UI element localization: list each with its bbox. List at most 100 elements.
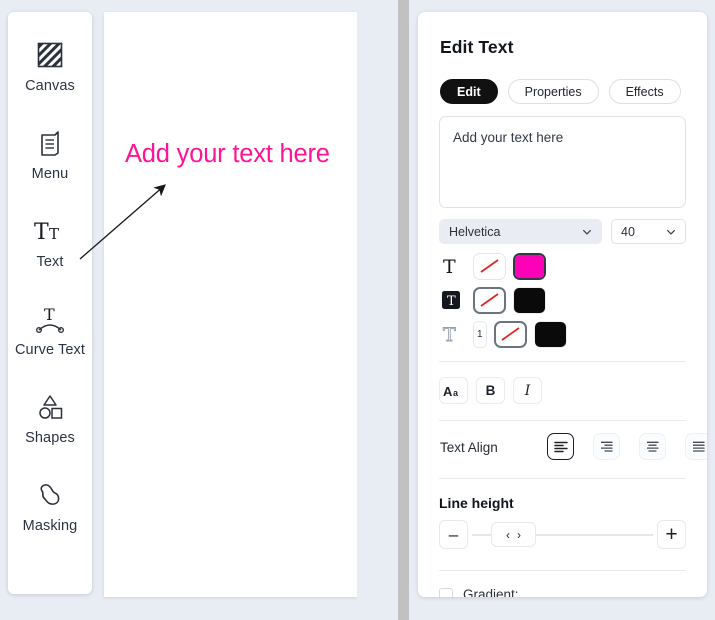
outline-width-input[interactable]: 1 [473,320,487,348]
font-size-value: 40 [621,224,635,239]
text-fill-row: T [439,251,546,281]
tab-properties[interactable]: Properties [507,79,599,104]
gradient-label: Gradient: [463,587,519,597]
line-height-decrease-button[interactable]: – [439,520,468,549]
chevron-left-icon: ‹ [506,527,510,542]
outlined-t-icon: T [439,322,473,346]
sidebar-item-label: Masking [22,518,78,534]
no-color-slash-icon [480,293,499,307]
panel-tabs: Edit Properties Effects [440,79,681,104]
text-fill-color-chip [515,254,544,278]
canvas-text-object[interactable]: Add your text here [125,140,330,169]
svg-text:A: A [443,384,453,399]
align-center-button[interactable] [639,433,666,460]
no-color-slash-icon [480,259,499,273]
tab-label: Effects [625,84,664,99]
align-right-icon [600,441,613,452]
plus-icon: + [665,523,678,546]
canvas-scrollbar-thumb[interactable] [398,0,409,620]
text-style-buttons: A a B I [439,377,542,404]
text-highlight-color-swatch[interactable] [513,286,546,314]
divider [439,478,686,479]
case-aa-icon: A a [443,384,459,399]
italic-label: I [524,382,531,399]
line-height-slider: – ‹ › + [439,520,686,549]
text-align-group [547,433,707,460]
sidebar-item-shapes[interactable]: Shapes [8,386,92,474]
divider [439,361,686,362]
svg-text:T: T [447,294,456,309]
masking-blob-icon [33,474,67,516]
align-justify-button[interactable] [685,433,707,460]
sidebar-item-label: Canvas [25,78,75,94]
sidebar-item-label: Shapes [25,430,75,446]
tab-effects[interactable]: Effects [608,79,681,104]
curve-text-icon: T [32,298,68,340]
text-tt-icon: T T [32,210,68,252]
svg-text:T: T [34,220,49,245]
panel-title: Edit Text [440,37,514,57]
sidebar-item-canvas[interactable]: Canvas [8,34,92,122]
text-highlight-color-chip [514,287,545,313]
sidebar-item-curve-text[interactable]: T Curve Text [8,298,92,386]
chevron-right-icon: › [517,527,521,542]
text-outline-none-swatch[interactable] [494,320,527,348]
edit-text-panel: Edit Text Edit Properties Effects Helvet… [418,12,707,597]
sidebar-item-label: Curve Text [14,342,86,358]
text-highlight-row: T [439,285,546,315]
align-left-button[interactable] [547,433,574,460]
chevron-down-icon [583,229,591,235]
t-on-black-square-icon: T [439,288,473,312]
bold-button[interactable]: B [476,377,505,404]
svg-text:T: T [443,324,456,346]
text-align-label: Text Align [440,440,498,455]
sidebar-item-text[interactable]: T T Text [8,210,92,298]
text-fill-none-swatch[interactable] [473,252,506,280]
menu-booklet-icon [36,122,64,164]
font-controls-row: Helvetica 40 [439,219,686,244]
tool-sidebar: Canvas Menu T T Text T Curve Text Shapes… [8,12,92,594]
align-center-icon [646,441,659,452]
text-outline-color-swatch[interactable] [534,320,567,348]
font-size-select[interactable]: 40 [611,219,686,244]
align-justify-icon [692,441,705,452]
shapes-icon [33,386,67,428]
bold-label: B [485,383,496,398]
canvas-gutter [357,0,398,620]
line-height-thumb[interactable]: ‹ › [491,522,536,547]
serif-t-icon: T [439,254,473,278]
line-height-increase-button[interactable]: + [657,520,686,549]
svg-text:T: T [44,305,55,324]
sidebar-item-label: Menu [31,166,69,182]
sidebar-item-menu[interactable]: Menu [8,122,92,210]
canvas-area[interactable]: Add your text here [104,12,357,597]
sidebar-item-label: Text [36,254,64,270]
minus-icon: – [448,525,459,544]
outline-width-value: 1 [477,328,483,340]
line-height-label: Line height [439,495,514,511]
sidebar-item-masking[interactable]: Masking [8,474,92,562]
gradient-checkbox[interactable] [439,587,453,597]
text-fill-color-swatch[interactable] [513,252,546,280]
svg-text:a: a [453,388,459,398]
case-button[interactable]: A a [439,377,468,404]
divider [439,420,686,421]
italic-button[interactable]: I [513,377,542,404]
tab-label: Edit [457,84,481,99]
canvas-hatched-square-icon [35,34,65,76]
text-outline-color-chip [535,321,566,347]
svg-text:T: T [49,225,59,243]
text-highlight-none-swatch[interactable] [473,286,506,314]
align-right-button[interactable] [593,433,620,460]
tab-edit[interactable]: Edit [440,79,498,104]
tab-label: Properties [524,84,582,99]
text-input-textarea[interactable] [439,116,686,208]
font-family-select[interactable]: Helvetica [439,219,602,244]
chevron-down-icon [667,229,675,235]
svg-text:T: T [443,256,456,278]
align-left-icon [553,441,568,452]
divider [439,570,686,571]
font-family-value: Helvetica [449,224,501,239]
no-color-slash-icon [501,327,520,341]
gradient-row: Gradient: [439,587,519,597]
